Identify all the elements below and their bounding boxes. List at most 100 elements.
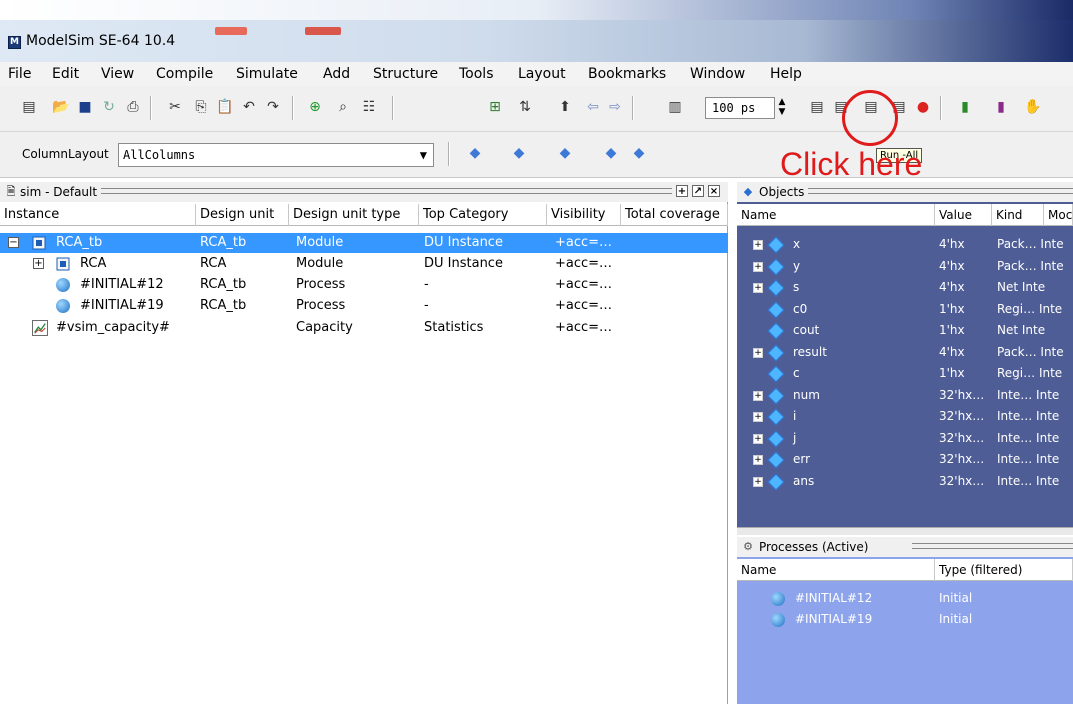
table-row[interactable]: #INITIAL#19 RCA_tb Process - +acc=… (0, 296, 728, 316)
save-icon[interactable]: ■ (76, 98, 94, 116)
object-row[interactable]: + x 4'hx Pack… Inte (737, 235, 1073, 256)
visibility: +acc=… (555, 256, 613, 271)
object-row[interactable]: + ans 32'hx… Inte… Inte (737, 472, 1073, 493)
table-row[interactable]: #vsim_capacity# Capacity Statistics +acc… (0, 318, 728, 338)
collapse-icon[interactable]: − (8, 237, 19, 248)
column-total-coverage[interactable]: Total coverage (621, 204, 728, 226)
menu-compile[interactable]: Compile (156, 66, 213, 82)
wave-add-icon[interactable]: ◆ (602, 144, 620, 162)
menu-window[interactable]: Window (690, 66, 745, 82)
up-arrow-icon[interactable]: ⬆ (556, 98, 574, 116)
menu-view[interactable]: View (101, 66, 134, 82)
object-row[interactable]: + i 32'hx… Inte… Inte (737, 407, 1073, 428)
menu-simulate[interactable]: Simulate (236, 66, 298, 82)
performance-icon[interactable]: ▮ (956, 98, 974, 116)
close-icon[interactable]: × (708, 185, 720, 197)
expand-icon[interactable]: + (753, 476, 763, 487)
add-icon[interactable]: + (676, 185, 688, 197)
expand-icon[interactable]: + (753, 283, 763, 293)
menu-add[interactable]: Add (323, 66, 350, 82)
column-instance[interactable]: Instance (0, 204, 196, 226)
expand-icon[interactable]: + (753, 347, 763, 358)
panel-splitter[interactable] (737, 527, 1073, 535)
run-icon[interactable]: ▤ (808, 98, 826, 116)
menu-edit[interactable]: Edit (52, 66, 79, 82)
column-type[interactable]: Type (filtered) (935, 559, 1073, 581)
header-rule (912, 543, 1073, 549)
hierarchy-icon[interactable]: ⊞ (486, 98, 504, 116)
undo-icon[interactable]: ↶ (240, 98, 258, 116)
wave-add-icon[interactable]: ◆ (510, 144, 528, 162)
top-category: DU Instance (424, 256, 503, 271)
object-kind: Net Inte (997, 323, 1046, 337)
expand-icon[interactable]: + (753, 261, 763, 272)
stop-icon[interactable]: ● (914, 98, 932, 116)
modelsim-logo-icon: M (8, 36, 21, 49)
wave-add-icon[interactable]: ◆ (466, 144, 484, 162)
column-top-category[interactable]: Top Category (419, 204, 547, 226)
expand-icon[interactable]: + (33, 258, 44, 269)
run-length-spinner[interactable]: ▲ ▼ (775, 97, 789, 119)
reload-icon[interactable]: ↻ (100, 98, 118, 116)
print-icon[interactable]: ⎙ (124, 98, 142, 116)
step-icon[interactable]: ⇅ (516, 98, 534, 116)
column-name[interactable]: Name (737, 204, 935, 226)
column-mode[interactable]: Moc (1044, 204, 1073, 226)
expand-icon[interactable]: + (753, 412, 763, 422)
object-row[interactable]: + result 4'hx Pack… Inte (737, 343, 1073, 364)
undock-icon[interactable]: ↗ (692, 185, 704, 197)
object-row[interactable]: + j 32'hx… Inte… Inte (737, 429, 1073, 450)
open-folder-icon[interactable]: 📂 (52, 98, 70, 116)
object-row[interactable]: + num 32'hx… Inte… Inte (737, 386, 1073, 407)
column-design-unit[interactable]: Design unit (196, 204, 289, 226)
wave-add-icon[interactable]: ◆ (556, 144, 574, 162)
expand-icon[interactable]: + (753, 455, 763, 465)
menu-bookmarks[interactable]: Bookmarks (588, 66, 666, 82)
expand-icon[interactable]: + (753, 433, 763, 444)
module-icon (32, 236, 46, 250)
copy-icon[interactable]: ⎘ (192, 98, 210, 116)
back-arrow-icon[interactable]: ⇦ (584, 98, 602, 116)
object-row[interactable]: c0 1'hx Regi… Inte (737, 300, 1073, 321)
new-file-icon[interactable]: ▤ (20, 98, 38, 116)
list-item[interactable]: #INITIAL#19 Initial (737, 610, 1073, 631)
table-row[interactable]: + RCA RCA Module DU Instance +acc=… (0, 254, 728, 274)
menu-tools[interactable]: Tools (459, 66, 494, 82)
processes-panel: ⚙ Processes (Active) Name Type (filtered… (737, 537, 1073, 704)
restart-icon[interactable]: ▥ (666, 98, 684, 116)
list-item[interactable]: #INITIAL#12 Initial (737, 589, 1073, 610)
signal-icon (767, 279, 785, 297)
menu-help[interactable]: Help (770, 66, 802, 82)
column-name[interactable]: Name (737, 559, 935, 581)
column-value[interactable]: Value (935, 204, 992, 226)
menu-file[interactable]: File (8, 66, 31, 82)
hand-icon[interactable]: ✋ (1024, 98, 1042, 116)
paste-icon[interactable]: 📋 (216, 98, 234, 116)
forward-arrow-icon[interactable]: ⇨ (606, 98, 624, 116)
process-icon (56, 278, 70, 292)
visibility: +acc=… (555, 298, 613, 313)
expand-icon[interactable]: + (753, 390, 763, 401)
object-row[interactable]: c 1'hx Regi… Inte (737, 364, 1073, 385)
add-icon[interactable]: ⊕ (306, 98, 324, 116)
table-row[interactable]: #INITIAL#12 RCA_tb Process - +acc=… (0, 275, 728, 295)
column-design-unit-type[interactable]: Design unit type (289, 204, 419, 226)
table-row[interactable]: − RCA_tb RCA_tb Module DU Instance +acc=… (0, 233, 728, 253)
column-kind[interactable]: Kind (992, 204, 1044, 226)
memory-icon[interactable]: ▮ (992, 98, 1010, 116)
object-row[interactable]: cout 1'hx Net Inte (737, 321, 1073, 342)
wave-add-icon[interactable]: ◆ (630, 144, 648, 162)
menu-structure[interactable]: Structure (373, 66, 438, 82)
run-length-input[interactable]: 100 ps (705, 97, 775, 119)
column-layout-select[interactable]: AllColumns ▼ (118, 143, 434, 167)
column-visibility[interactable]: Visibility (547, 204, 621, 226)
columns-icon[interactable]: ☷ (360, 98, 378, 116)
menu-layout[interactable]: Layout (518, 66, 566, 82)
object-row[interactable]: + y 4'hx Pack… Inte (737, 257, 1073, 278)
find-icon[interactable]: ⌕ (334, 98, 352, 116)
redo-icon[interactable]: ↷ (264, 98, 282, 116)
cut-icon[interactable]: ✂ (166, 98, 184, 116)
object-row[interactable]: + err 32'hx… Inte… Inte (737, 450, 1073, 471)
expand-icon[interactable]: + (753, 240, 763, 250)
object-row[interactable]: + s 4'hx Net Inte (737, 278, 1073, 299)
